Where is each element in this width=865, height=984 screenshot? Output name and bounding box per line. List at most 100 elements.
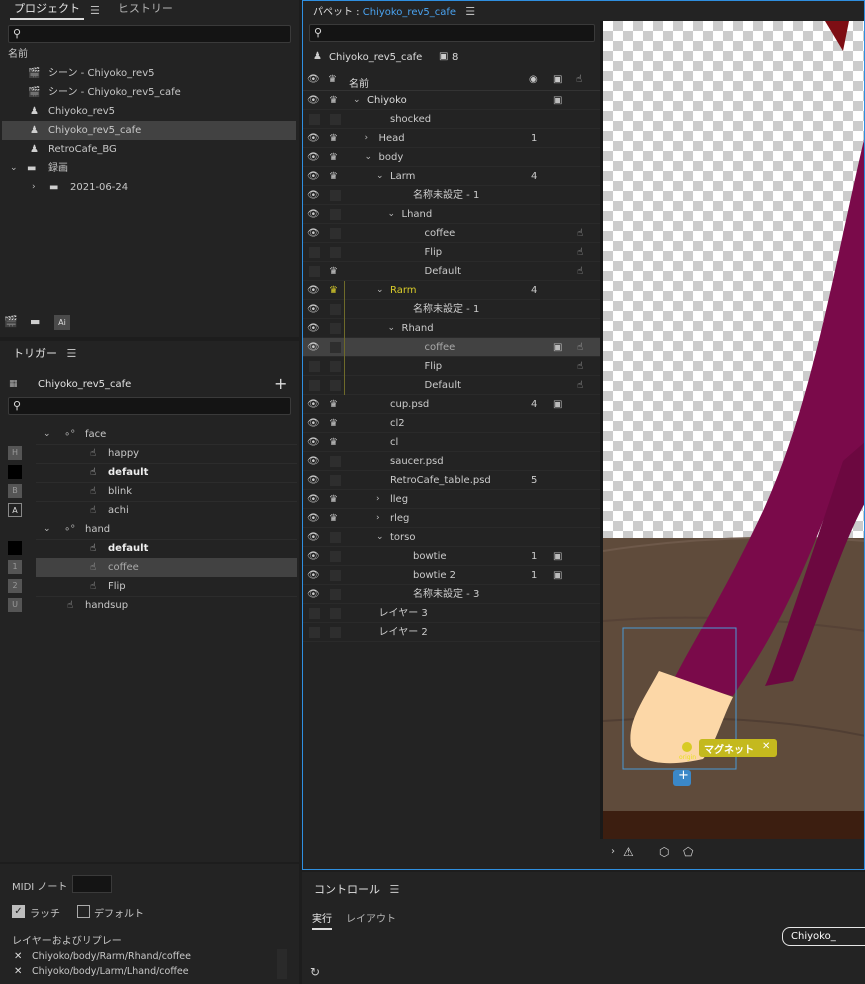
trigger-item-blink[interactable]: B ☝ blink <box>0 482 299 501</box>
independent-toggle[interactable] <box>330 190 341 201</box>
remove-layer-icon[interactable]: ✕ <box>14 966 22 977</box>
trigger-item-flip[interactable]: 2 ☝ Flip <box>0 577 299 596</box>
chevron-down-icon[interactable]: ⌄ <box>43 520 51 539</box>
trigger-key[interactable]: U <box>8 598 22 612</box>
chevron-down-icon[interactable]: ⌄ <box>376 528 384 547</box>
chevron-down-icon[interactable]: ⌄ <box>10 159 18 178</box>
trigger-key[interactable]: 1 <box>8 560 22 574</box>
independent-toggle[interactable] <box>330 209 341 220</box>
puppet-search-input[interactable]: ⚲ <box>309 24 595 42</box>
chevron-down-icon[interactable]: ⌄ <box>376 167 384 186</box>
chevron-down-icon[interactable]: ⌄ <box>376 281 384 300</box>
eye-icon[interactable]: 👁 <box>307 452 320 471</box>
independent-toggle[interactable] <box>330 323 341 334</box>
remove-layer-icon[interactable]: ✕ <box>14 951 22 962</box>
new-scene-icon[interactable]: 🎬 <box>4 315 18 328</box>
eye-icon[interactable]: 👁 <box>307 167 320 186</box>
puppet-layer-row[interactable]: 👁 ♛ › lleg <box>303 490 600 509</box>
menu-icon[interactable]: ☰ <box>90 4 100 17</box>
eye-icon[interactable]: 👁 <box>307 319 320 338</box>
puppet-layer-row[interactable]: 👁 bowtie 1 ▣ <box>303 547 600 566</box>
independent-toggle[interactable] <box>330 361 341 372</box>
puppet-layer-row[interactable]: Flip ☝ <box>303 357 600 376</box>
puppet-layer-row[interactable]: 👁 ♛ ⌄ Larm 4 <box>303 167 600 186</box>
crown-icon[interactable]: ♛ <box>329 129 338 148</box>
independent-toggle[interactable] <box>330 228 341 239</box>
eye-icon[interactable]: 👁 <box>307 585 320 604</box>
puppet-layer-row[interactable]: Default ☝ <box>303 376 600 395</box>
puppet-layer-row[interactable]: レイヤー 2 <box>303 623 600 642</box>
scene-canvas[interactable]: マグネット ✕ origin + <box>603 21 864 839</box>
chevron-down-icon[interactable]: ⌄ <box>43 425 51 444</box>
chevron-right-icon[interactable]: › <box>32 178 36 197</box>
crown-icon[interactable]: ♛ <box>329 91 338 110</box>
crown-icon[interactable]: ♛ <box>329 167 338 186</box>
project-search-input[interactable]: ⚲ <box>8 25 291 43</box>
puppet-control-button[interactable]: Chiyoko_ <box>782 927 865 946</box>
crown-icon[interactable]: ♛ <box>329 148 338 167</box>
trigger-group-face[interactable]: ⌄ ∘° face <box>0 425 299 444</box>
new-folder-icon[interactable]: ▬ <box>30 315 40 328</box>
eye-icon[interactable]: 👁 <box>307 338 320 357</box>
eye-icon[interactable]: 👁 <box>307 300 320 319</box>
trigger-item-default-hand[interactable]: ☝ default <box>0 539 299 558</box>
puppet-layer-row[interactable]: レイヤー 3 <box>303 604 600 623</box>
list-item[interactable]: 🎬 シーン - Chiyoko_rev5_cafe <box>2 83 296 102</box>
eye-icon[interactable]: 👁 <box>307 129 320 148</box>
crown-icon[interactable]: ♛ <box>329 395 338 414</box>
independent-toggle[interactable] <box>330 247 341 258</box>
trigger-key[interactable] <box>8 465 22 479</box>
puppet-layer-row[interactable]: 👁 ♛ › Head 1 <box>303 129 600 148</box>
trigger-key[interactable]: B <box>8 484 22 498</box>
chevron-down-icon[interactable]: ⌄ <box>353 91 361 110</box>
crown-icon[interactable]: ♛ <box>329 262 338 281</box>
visibility-toggle[interactable] <box>309 608 320 619</box>
list-item[interactable]: ♟ RetroCafe_BG <box>2 140 296 159</box>
trigger-item-achi[interactable]: A ☝ achi <box>0 501 299 520</box>
visibility-toggle[interactable] <box>309 247 320 258</box>
crown-icon[interactable]: ♛ <box>329 433 338 452</box>
trigger-key[interactable]: 2 <box>8 579 22 593</box>
trigger-item-handsup[interactable]: U ☝ handsup <box>0 596 299 615</box>
puppet-layer-row[interactable]: 👁 名称未設定 - 3 <box>303 585 600 604</box>
puppet-layer-row[interactable]: 👁 ♛ cl2 <box>303 414 600 433</box>
eye-icon[interactable]: 👁 <box>307 509 320 528</box>
trigger-item-coffee-content[interactable]: 1 ☝ coffee <box>0 558 299 577</box>
trigger-item-default[interactable]: ☝ default <box>0 463 299 482</box>
puppet-layer-row[interactable]: 👁 ⌄ Rhand <box>303 319 600 338</box>
puppet-layer-row[interactable]: 👁 ♛ cup.psd 4 ▣ <box>303 395 600 414</box>
visibility-toggle[interactable] <box>309 361 320 372</box>
independent-toggle[interactable] <box>330 551 341 562</box>
puppet-layer-row[interactable]: 👁 ⌄ torso <box>303 528 600 547</box>
chevron-right-icon[interactable]: › <box>611 846 615 857</box>
independent-toggle[interactable] <box>330 456 341 467</box>
eye-icon[interactable]: 👁 <box>307 148 320 167</box>
chevron-down-icon[interactable]: ⌄ <box>388 319 396 338</box>
visibility-toggle[interactable] <box>309 627 320 638</box>
menu-icon[interactable]: ☰ <box>67 347 77 360</box>
puppet-layer-row[interactable]: 👁 coffee ☝ <box>303 224 600 243</box>
shape-icon[interactable]: ⬠ <box>683 845 693 859</box>
chevron-right-icon[interactable]: › <box>365 129 369 148</box>
puppet-layer-row[interactable]: 👁 ♛ cl <box>303 433 600 452</box>
visibility-toggle[interactable] <box>309 114 320 125</box>
latch-checkbox[interactable]: ✓ <box>12 905 25 918</box>
crown-icon[interactable]: ♛ <box>329 281 338 300</box>
puppet-layer-row[interactable]: 👁 RetroCafe_table.psd 5 <box>303 471 600 490</box>
chevron-right-icon[interactable]: › <box>376 509 380 528</box>
scrollbar[interactable] <box>277 949 287 979</box>
puppet-layer-row[interactable]: shocked <box>303 110 600 129</box>
list-item[interactable]: ♟ Chiyoko_rev5 <box>2 102 296 121</box>
tab-project[interactable]: プロジェクト <box>10 0 84 20</box>
close-icon[interactable]: ✕ <box>762 741 770 752</box>
list-item[interactable]: › ▬ 2021-06-24 <box>2 178 296 197</box>
eye-icon[interactable]: 👁 <box>307 205 320 224</box>
independent-toggle[interactable] <box>330 475 341 486</box>
add-handle-label[interactable]: + <box>678 768 689 783</box>
visibility-toggle[interactable] <box>309 266 320 277</box>
add-trigger-button[interactable]: + <box>274 374 287 393</box>
list-item[interactable]: ⌄ ▬ 録画 <box>2 159 296 178</box>
warning-icon[interactable]: ⚠ <box>623 845 634 859</box>
independent-toggle[interactable] <box>330 589 341 600</box>
crown-icon[interactable]: ♛ <box>329 414 338 433</box>
